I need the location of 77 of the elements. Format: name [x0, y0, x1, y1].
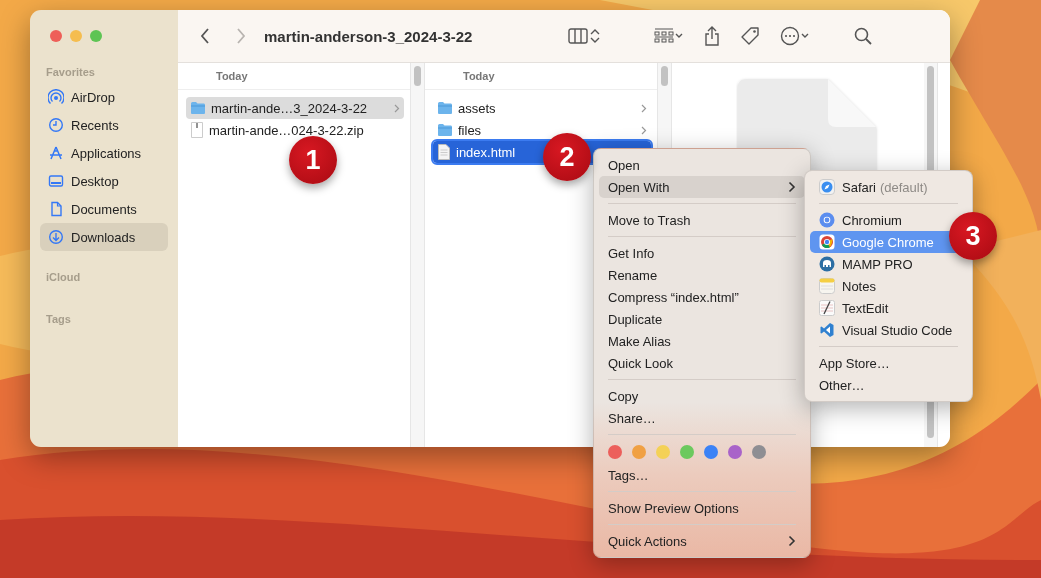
- tag-icon[interactable]: [740, 26, 761, 46]
- compass-icon: [819, 179, 835, 195]
- sidebar-item[interactable]: Desktop: [40, 167, 168, 195]
- menu-item[interactable]: Share…: [599, 407, 805, 429]
- menu-item[interactable]: Move to Trash: [599, 209, 805, 231]
- tag-color-dot[interactable]: [680, 445, 694, 459]
- menu-item[interactable]: Compress “index.html”: [599, 286, 805, 308]
- chevron-right-icon: [641, 103, 647, 113]
- menu-item[interactable]: Make Alias: [599, 330, 805, 352]
- sidebar-section-label: Tags: [46, 313, 72, 325]
- menu-item[interactable]: Duplicate: [599, 308, 805, 330]
- document-icon: [48, 201, 64, 217]
- tag-color-dot[interactable]: [608, 445, 622, 459]
- clock-icon: [48, 117, 64, 133]
- chevron-right-icon: [641, 125, 647, 135]
- chromium-icon: [819, 212, 835, 228]
- scrollbar-thumb[interactable]: [661, 66, 668, 86]
- share-icon[interactable]: [704, 26, 721, 46]
- sidebar-item[interactable]: AirDrop: [40, 83, 168, 111]
- scrollbar-thumb[interactable]: [414, 66, 421, 86]
- sidebar-section-label: Favorites: [46, 66, 96, 78]
- menu-item[interactable]: Quick Actions: [599, 530, 805, 552]
- menu-item[interactable]: TextEdit: [810, 297, 967, 319]
- airdrop-icon: [48, 89, 64, 105]
- menu-item[interactable]: Show Preview Options: [599, 497, 805, 519]
- zip-file-icon: [190, 122, 204, 138]
- column-header: Today: [425, 63, 657, 90]
- sidebar-item[interactable]: Documents: [40, 195, 168, 223]
- folder-icon: [437, 123, 453, 137]
- back-button[interactable]: [198, 27, 212, 45]
- sidebar-item[interactable]: Recents: [40, 111, 168, 139]
- zoom-button[interactable]: [90, 30, 102, 42]
- column-header: Today: [178, 63, 410, 90]
- chrome-icon: [819, 234, 835, 250]
- column-view-icon[interactable]: [568, 28, 589, 44]
- menu-item[interactable]: Tags…: [599, 464, 805, 486]
- folder-icon: [190, 101, 206, 115]
- folder-icon: [437, 101, 453, 115]
- sidebar-item[interactable]: Downloads: [40, 223, 168, 251]
- notepad-icon: [819, 278, 835, 294]
- sidebar-section-label: iCloud: [46, 271, 82, 283]
- chevron-right-icon: [788, 535, 796, 547]
- download-icon: [48, 229, 64, 245]
- desktop-icon: [48, 173, 64, 189]
- group-icon[interactable]: [654, 28, 675, 44]
- tag-color-dot[interactable]: [632, 445, 646, 459]
- document-icon: [437, 144, 451, 160]
- chevron-down-icon[interactable]: [800, 32, 811, 40]
- tag-color-dot[interactable]: [752, 445, 766, 459]
- chevron-right-icon: [394, 103, 400, 113]
- menu-item[interactable]: Visual Studio Code: [810, 319, 967, 341]
- sidebar-item[interactable]: Applications: [40, 139, 168, 167]
- window-title: martin-anderson-3_2024-3-22: [264, 27, 473, 45]
- menu-item[interactable]: Open With: [599, 176, 805, 198]
- text-edit-icon: [819, 300, 835, 316]
- apps-icon: [48, 145, 64, 161]
- menu-item[interactable]: App Store…: [810, 352, 967, 374]
- search-icon[interactable]: [854, 27, 873, 45]
- tag-color-dot[interactable]: [704, 445, 718, 459]
- chevron-right-icon: [788, 181, 796, 193]
- menu-item[interactable]: Safari (default): [810, 176, 967, 198]
- menu-item[interactable]: Get Info: [599, 242, 805, 264]
- menu-item[interactable]: Rename: [599, 264, 805, 286]
- more-icon[interactable]: [780, 26, 801, 46]
- elephant-icon: [819, 256, 835, 272]
- menu-item[interactable]: Other…: [810, 374, 967, 396]
- file-row[interactable]: martin-ande…3_2024-3-22: [186, 97, 404, 119]
- close-button[interactable]: [50, 30, 62, 42]
- minimize-button[interactable]: [70, 30, 82, 42]
- menu-item[interactable]: Copy: [599, 385, 805, 407]
- chevron-down-icon[interactable]: [674, 32, 685, 40]
- code-editor-icon: [819, 322, 835, 338]
- menu-item[interactable]: Notes: [810, 275, 967, 297]
- tag-color-dot[interactable]: [728, 445, 742, 459]
- menu-item[interactable]: Quick Look: [599, 352, 805, 374]
- file-row[interactable]: assets: [433, 97, 651, 119]
- tag-color-dot[interactable]: [656, 445, 670, 459]
